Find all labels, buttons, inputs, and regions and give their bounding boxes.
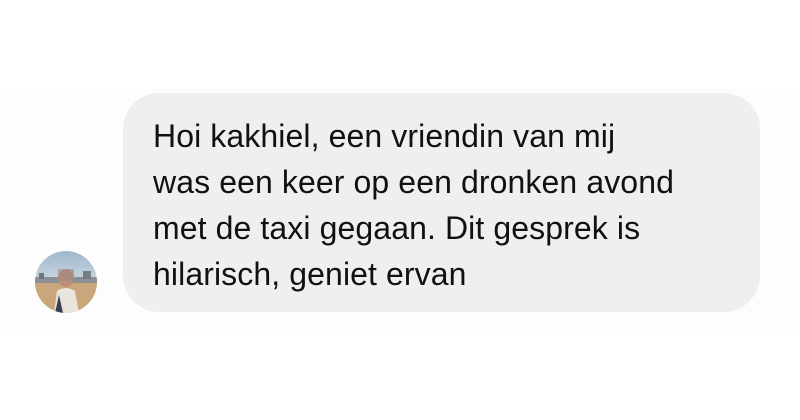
message-line: hilarisch, geniet ervan bbox=[153, 256, 467, 292]
message-line: met de taxi gegaan. Dit gesprek is bbox=[153, 210, 641, 246]
message-text: Hoi kakhiel, een vriendin van mij was ee… bbox=[153, 113, 730, 297]
profile-photo-icon bbox=[35, 251, 97, 313]
incoming-message-bubble[interactable]: Hoi kakhiel, een vriendin van mij was ee… bbox=[123, 93, 760, 312]
bottom-area bbox=[0, 331, 800, 420]
chat-screen: Hoi kakhiel, een vriendin van mij was ee… bbox=[0, 0, 800, 420]
sender-avatar[interactable] bbox=[35, 251, 97, 313]
message-line: was een keer op een dronken avond bbox=[153, 164, 675, 200]
top-area bbox=[0, 0, 800, 88]
message-line: Hoi kakhiel, een vriendin van mij bbox=[153, 118, 616, 154]
